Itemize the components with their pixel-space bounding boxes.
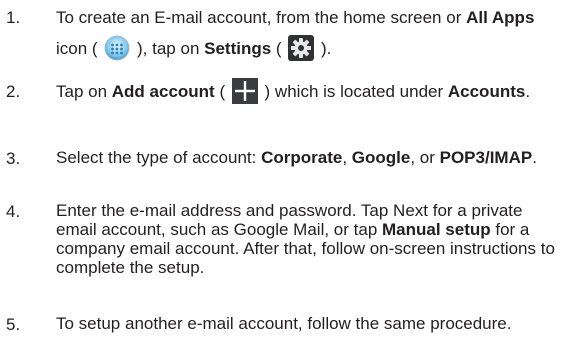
step-number: 4. <box>6 202 21 221</box>
plus-icon <box>231 77 258 104</box>
account-type-corporate: Corporate <box>261 148 343 167</box>
settings-gear-icon <box>288 34 315 61</box>
step-text: Enter the e-mail address and password. T… <box>56 201 555 277</box>
step-number: 1. <box>6 8 21 27</box>
settings-label: Settings <box>204 39 272 58</box>
account-type-google: Google <box>351 148 411 167</box>
all-apps-icon <box>104 35 130 61</box>
instruction-document: 1. To create an E-mail account, from the… <box>0 0 562 361</box>
step-number: 5. <box>6 315 21 334</box>
manual-setup-label: Manual setup <box>382 220 491 239</box>
step-number: 3. <box>6 149 21 168</box>
step-text: To create an E-mail account, from the ho… <box>56 2 556 64</box>
all-apps-label: All Apps <box>466 8 535 27</box>
step-number: 2. <box>6 82 21 101</box>
account-type-pop3-imap: POP3/IMAP <box>439 148 533 167</box>
add-account-label: Add account <box>111 82 215 101</box>
step-text: Select the type of account: Corporate, G… <box>56 148 537 167</box>
step-text: Tap on Add account ( ) which is located … <box>56 76 556 107</box>
step-text: To setup another e-mail account, follow … <box>56 314 512 333</box>
accounts-label: Accounts <box>447 82 526 101</box>
